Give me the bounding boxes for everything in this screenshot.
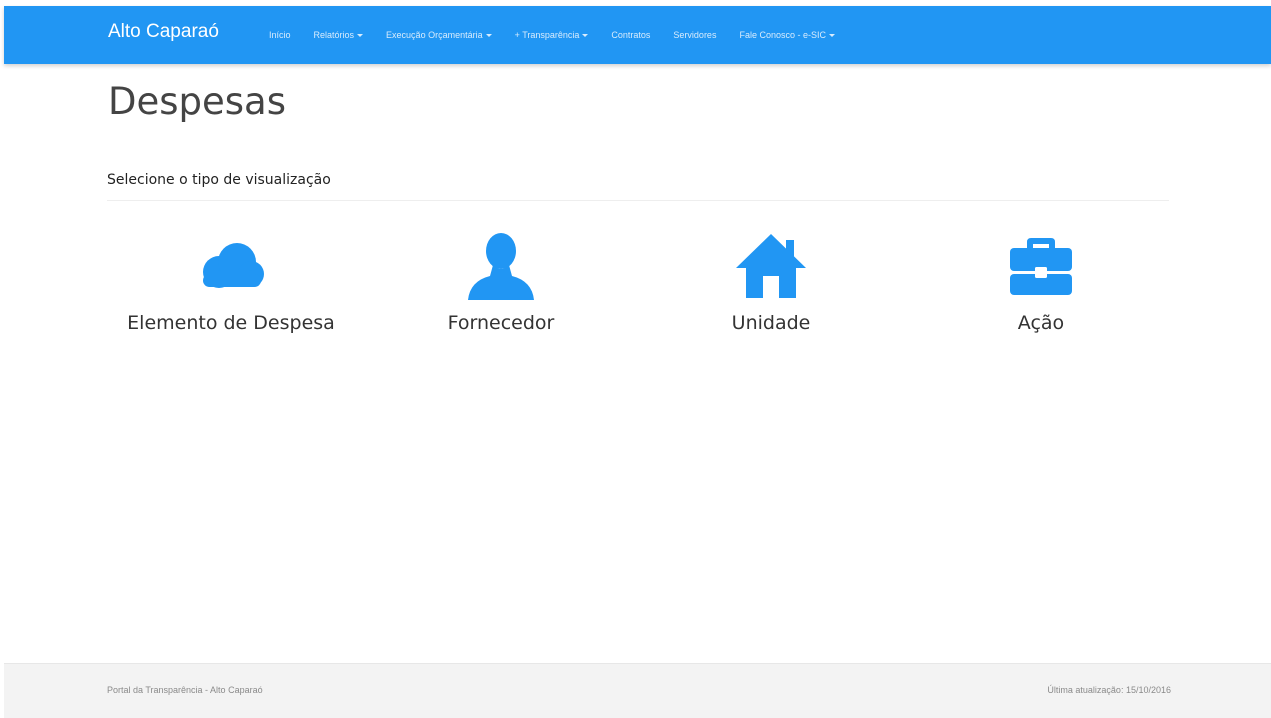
nav-item-label: + Transparência <box>514 30 580 40</box>
briefcase-icon <box>906 230 1176 302</box>
nav-item-contratos[interactable]: Contratos <box>611 30 650 40</box>
cloud-icon <box>96 230 366 302</box>
nav-item-relatorios[interactable]: Relatórios <box>314 30 364 40</box>
caret-down-icon <box>582 34 589 38</box>
nav-item-execucao-orcamentaria[interactable]: Execução Orçamentária <box>386 30 492 40</box>
option-fornecedor[interactable]: Fornecedor <box>366 226 636 346</box>
nav-item-fale-conosco[interactable]: Fale Conosco - e-SIC <box>739 30 835 40</box>
footer-portal-name: Portal da Transparência - Alto Caparaó <box>107 685 263 695</box>
nav-item-mais-transparencia[interactable]: + Transparência <box>515 30 589 40</box>
option-label: Elemento de Despesa <box>127 312 335 334</box>
page-title: Despesas <box>108 80 287 123</box>
divider <box>107 200 1169 201</box>
nav-item-label: Relatórios <box>313 30 355 40</box>
footer: Portal da Transparência - Alto Caparaó Ú… <box>4 663 1271 718</box>
option-unidade[interactable]: Unidade <box>636 226 906 346</box>
option-label: Fornecedor <box>447 312 555 334</box>
caret-down-icon <box>829 34 835 38</box>
nav-item-label: Servidores <box>673 30 717 40</box>
visualization-options: Elemento de Despesa Fornecedor Unidade A… <box>96 226 1176 356</box>
navbar: Alto Caparaó Início Relatórios Execução … <box>4 6 1271 64</box>
nav-item-label: Fale Conosco - e-SIC <box>739 30 826 40</box>
option-acao[interactable]: Ação <box>906 226 1176 346</box>
footer-last-update: Última atualização: 15/10/2016 <box>1047 685 1171 695</box>
caret-down-icon <box>485 34 492 38</box>
nav-item-servidores[interactable]: Servidores <box>673 30 716 40</box>
nav-item-label: Contratos <box>611 30 651 40</box>
nav-menu: Início Relatórios Execução Orçamentária … <box>269 6 858 64</box>
brand-link[interactable]: Alto Caparaó <box>108 21 219 43</box>
option-elemento-de-despesa[interactable]: Elemento de Despesa <box>96 226 366 346</box>
option-label: Unidade <box>731 312 811 334</box>
nav-item-inicio[interactable]: Início <box>269 30 291 40</box>
nav-item-label: Execução Orçamentária <box>386 30 483 40</box>
option-label: Ação <box>1017 312 1065 334</box>
caret-down-icon <box>357 34 364 38</box>
nav-item-label: Início <box>269 30 291 40</box>
page-subtitle: Selecione o tipo de visualização <box>107 172 331 188</box>
user-icon <box>366 230 636 302</box>
home-icon <box>636 230 906 302</box>
